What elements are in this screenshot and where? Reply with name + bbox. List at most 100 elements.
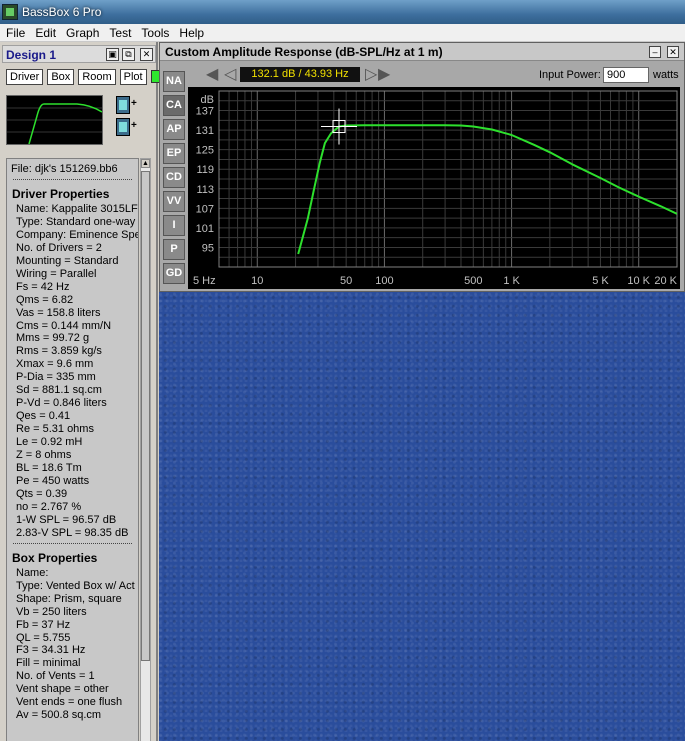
y-tick-label: 125 — [196, 145, 214, 157]
input-power-label: Input Power: — [539, 69, 601, 81]
tab-ep[interactable]: EP — [163, 143, 185, 164]
menu-test[interactable]: Test — [104, 26, 136, 40]
arrow-next-icon[interactable]: ▷ — [365, 67, 377, 83]
response-curve — [297, 124, 677, 255]
tab-room[interactable]: Room — [78, 68, 116, 85]
property-line: 1-W SPL = 96.57 dB — [16, 513, 117, 526]
property-line: Mms = 99.72 g — [16, 332, 90, 345]
tab-cd[interactable]: CD — [163, 167, 185, 188]
property-line: Type: Vented Box w/ Act — [16, 579, 135, 592]
arrow-first-icon[interactable]: ◀ — [206, 67, 218, 83]
property-line: Name: Kappalite 3015LF — [16, 202, 138, 215]
property-line: Z = 8 ohms — [16, 449, 72, 462]
driver-properties: Name: Kappalite 3015LF Type: Standard one… — [7, 203, 138, 540]
tab-i[interactable]: I — [163, 215, 185, 236]
properties-list: File: djk's 151269.bb6 Driver Properties… — [6, 158, 139, 741]
property-line: Fs = 42 Hz — [16, 280, 70, 293]
response-chart[interactable]: dB137 131 125 119 113 107 101 95 5 Hz 10 50 100 500 1… — [188, 87, 680, 289]
copy-design-icon[interactable]: ⧉ — [122, 48, 135, 61]
property-line: Type: Standard one-way c — [16, 215, 139, 228]
tab-p[interactable]: P — [163, 239, 185, 260]
divider — [13, 542, 132, 546]
property-line: Qts = 0.39 — [16, 487, 68, 500]
tab-plot[interactable]: Plot — [119, 68, 147, 85]
save-design-icon[interactable]: ▣ — [106, 48, 119, 61]
x-tick-label: 1 K — [503, 275, 520, 287]
menu-tools[interactable]: Tools — [136, 26, 174, 40]
tab-na[interactable]: NA — [163, 71, 185, 92]
arrow-prev-icon[interactable]: ◁ — [224, 67, 236, 83]
menu-file[interactable]: File — [0, 26, 30, 40]
property-line: F3 = 34.31 Hz — [16, 644, 86, 657]
workspace-background — [159, 292, 685, 741]
design-tabs: Driver Box Room Plot — [6, 68, 164, 85]
property-line: Vent shape = other — [16, 683, 109, 696]
menu-graph[interactable]: Graph — [61, 26, 104, 40]
x-tick-label: 10 K — [627, 275, 650, 287]
graph-window: Custom Amplitude Response (dB-SPL/Hz at … — [159, 42, 685, 292]
properties-scrollbar[interactable]: ▲ ▼ — [140, 158, 151, 741]
driver-properties-heading: Driver Properties — [12, 186, 110, 201]
minimize-icon[interactable]: – — [649, 46, 661, 58]
menu-edit[interactable]: Edit — [30, 26, 61, 40]
property-line: Sd = 881.1 sq.cm — [16, 384, 102, 397]
tab-box[interactable]: Box — [47, 68, 75, 85]
menu-bar: File Edit Graph Test Tools Help — [0, 24, 685, 42]
property-line: Vb = 250 liters — [16, 605, 87, 618]
tab-ap[interactable]: AP — [163, 119, 185, 140]
cursor-readout: 132.1 dB / 43.93 Hz — [240, 67, 360, 82]
graph-title: Custom Amplitude Response (dB-SPL/Hz at … — [165, 45, 443, 59]
property-line: Le = 0.92 mH — [16, 436, 83, 449]
design-title: Design 1 — [6, 48, 57, 62]
graph-toolbar: ◀ ◁ 132.1 dB / 43.93 Hz ▷ ▶ Input Power:… — [206, 65, 679, 85]
property-line: Xmax = 9.6 mm — [16, 358, 94, 371]
property-line: Rms = 3.859 kg/s — [16, 345, 102, 358]
close-design-icon[interactable]: ✕ — [140, 48, 153, 61]
tab-vv[interactable]: VV — [163, 191, 185, 212]
box-properties: Name: Type: Vented Box w/ Act Shape: Prism… — [7, 567, 138, 722]
x-tick-label: 10 — [251, 275, 263, 287]
response-thumbnail[interactable] — [6, 95, 103, 145]
y-tick-label: 137 — [196, 106, 214, 118]
response-plot[interactable]: dB 137 131 125 119 113 107 101 95 5 Hz 10 50 100 500 1… — [188, 87, 680, 289]
property-line: Name: — [16, 566, 49, 579]
property-line: Fb = 37 Hz — [16, 618, 71, 631]
design-header: Design 1 ▣ ⧉ ✕ — [2, 45, 156, 63]
property-line: No. of Vents = 1 — [16, 670, 95, 683]
property-line: Qes = 0.41 — [16, 410, 71, 423]
plus-icon: + — [131, 98, 137, 109]
y-tick-label: 113 — [196, 184, 214, 196]
window-title: BassBox 6 Pro — [22, 5, 102, 19]
close-icon[interactable]: ✕ — [667, 46, 679, 58]
property-line: No. of Drivers = 2 — [16, 241, 102, 254]
property-line: Av = 500.8 sq.cm — [16, 709, 102, 722]
property-line: Wiring = Parallel — [16, 267, 97, 280]
box-properties-heading: Box Properties — [12, 550, 98, 565]
thumbnail-tools: + + — [116, 96, 140, 142]
y-tick-label: 107 — [196, 203, 214, 215]
tab-gd[interactable]: GD — [163, 263, 185, 284]
tab-ca[interactable]: CA — [163, 95, 185, 116]
zoom-out-icon[interactable] — [116, 118, 130, 136]
arrow-last-icon[interactable]: ▶ — [378, 67, 390, 83]
property-line: P-Vd = 0.846 liters — [16, 397, 107, 410]
x-tick-label: 5 Hz — [193, 275, 216, 287]
x-tick-label: 500 — [464, 275, 482, 287]
scroll-thumb[interactable] — [141, 171, 150, 661]
input-power-field[interactable]: 900 — [603, 67, 649, 83]
property-line: Vas = 158.8 liters — [16, 306, 101, 319]
graph-titlebar: Custom Amplitude Response (dB-SPL/Hz at … — [160, 43, 684, 61]
property-line: QL = 5.755 — [16, 631, 71, 644]
property-line: BL = 18.6 Tm — [16, 462, 82, 475]
property-line: Cms = 0.144 mm/N — [16, 319, 112, 332]
scroll-up-icon[interactable]: ▲ — [141, 159, 150, 168]
y-axis-label: dB — [201, 94, 214, 106]
tab-driver[interactable]: Driver — [6, 68, 44, 85]
plus-icon: + — [131, 120, 137, 131]
title-bar: BassBox 6 Pro — [0, 0, 685, 24]
y-tick-label: 119 — [196, 164, 214, 176]
zoom-in-icon[interactable] — [116, 96, 130, 114]
property-line: Re = 5.31 ohms — [16, 423, 94, 436]
x-tick-label: 20 K — [654, 275, 677, 287]
menu-help[interactable]: Help — [174, 26, 209, 40]
